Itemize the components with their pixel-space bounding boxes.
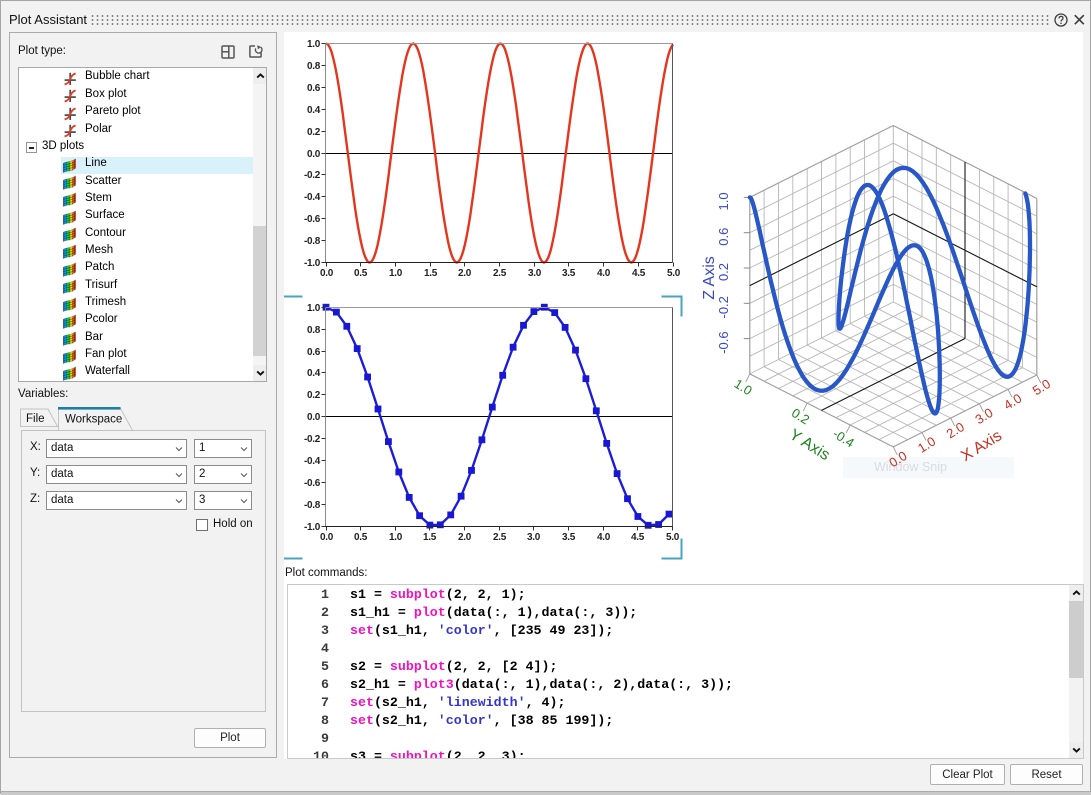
svg-text:1.0: 1.0	[389, 268, 403, 279]
svg-text:1.5: 1.5	[424, 268, 438, 279]
svg-text:Workspace: Workspace	[65, 414, 122, 426]
svg-text:0.2: 0.2	[716, 263, 731, 281]
svg-text:3.0: 3.0	[528, 268, 542, 279]
svg-text:1.5: 1.5	[423, 532, 437, 543]
svg-text:0.6: 0.6	[307, 83, 321, 94]
svg-text:2.5: 2.5	[493, 532, 507, 543]
svg-text:-1.0: -1.0	[304, 522, 321, 533]
svg-text:1.0: 1.0	[732, 376, 755, 398]
svg-text:-0.4: -0.4	[830, 426, 857, 451]
svg-text:0.6: 0.6	[307, 347, 321, 358]
svg-text:-0.4: -0.4	[304, 192, 321, 203]
svg-text:-0.6: -0.6	[716, 331, 731, 353]
svg-text:1.0: 1.0	[307, 303, 321, 314]
svg-text:0.0: 0.0	[307, 149, 321, 160]
svg-text:0.5: 0.5	[354, 532, 368, 543]
svg-text:4.0: 4.0	[597, 268, 611, 279]
svg-text:3.5: 3.5	[562, 268, 576, 279]
svg-text:4.5: 4.5	[631, 532, 645, 543]
svg-text:4.0: 4.0	[597, 532, 611, 543]
svg-text:3.5: 3.5	[562, 532, 576, 543]
svg-text:2.0: 2.0	[458, 268, 472, 279]
svg-text:-0.6: -0.6	[304, 214, 321, 225]
svg-text:0.6: 0.6	[716, 228, 731, 246]
svg-text:-0.2: -0.2	[304, 434, 321, 445]
svg-text:Y Axis: Y Axis	[786, 426, 832, 464]
svg-text:3.0: 3.0	[527, 532, 541, 543]
svg-text:-0.8: -0.8	[304, 500, 321, 511]
svg-text:4.0: 4.0	[1001, 390, 1024, 412]
svg-text:5.0: 5.0	[667, 268, 681, 279]
svg-text:0.5: 0.5	[354, 268, 368, 279]
svg-text:-0.8: -0.8	[304, 236, 321, 247]
svg-text:0.4: 0.4	[307, 105, 321, 116]
svg-text:-0.2: -0.2	[716, 296, 731, 318]
svg-text:0.8: 0.8	[307, 61, 321, 72]
svg-text:0.4: 0.4	[307, 368, 321, 379]
svg-text:Z Axis: Z Axis	[701, 256, 718, 300]
svg-text:1.0: 1.0	[716, 192, 731, 210]
svg-text:0.8: 0.8	[307, 325, 321, 336]
svg-text:2.0: 2.0	[458, 532, 472, 543]
svg-text:-0.4: -0.4	[304, 456, 321, 467]
svg-text:3.0: 3.0	[972, 405, 995, 427]
svg-text:4.5: 4.5	[632, 268, 646, 279]
svg-text:File: File	[26, 413, 45, 425]
svg-text:0.0: 0.0	[886, 448, 909, 470]
svg-text:0.0: 0.0	[307, 412, 321, 423]
svg-text:5.0: 5.0	[666, 532, 680, 543]
svg-text:-1.0: -1.0	[304, 258, 321, 269]
svg-text:5.0: 5.0	[1030, 376, 1053, 398]
svg-text:0.0: 0.0	[320, 532, 334, 543]
svg-text:0.2: 0.2	[307, 127, 321, 138]
svg-text:1.0: 1.0	[307, 39, 321, 50]
svg-text:-0.2: -0.2	[304, 170, 321, 181]
svg-text:2.5: 2.5	[493, 268, 507, 279]
svg-text:1.0: 1.0	[915, 434, 938, 456]
svg-text:0.0: 0.0	[320, 268, 334, 279]
svg-text:1.0: 1.0	[389, 532, 403, 543]
svg-text:-0.6: -0.6	[304, 478, 321, 489]
svg-text:2.0: 2.0	[944, 419, 967, 441]
svg-text:0.2: 0.2	[307, 390, 321, 401]
svg-text:0.2: 0.2	[789, 405, 812, 427]
